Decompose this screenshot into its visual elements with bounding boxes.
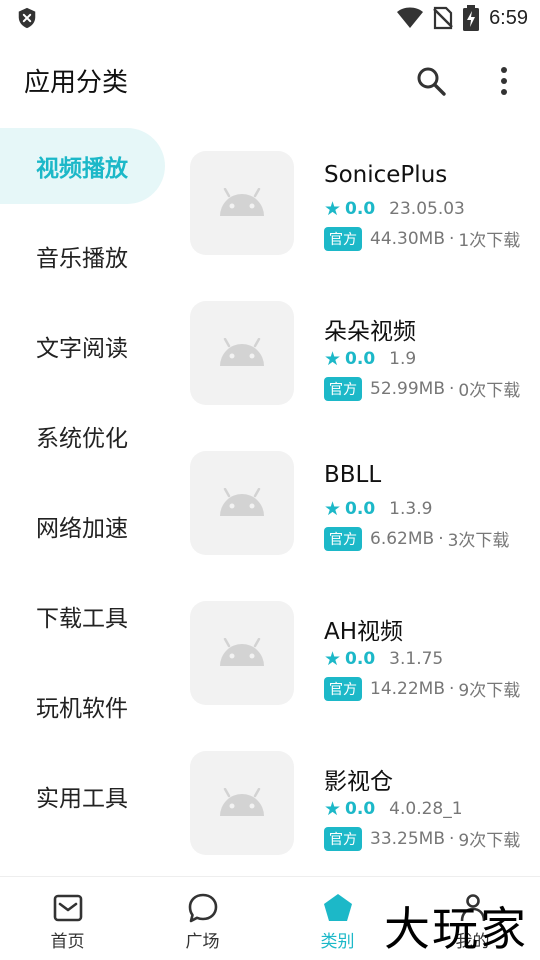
android-placeholder-icon	[220, 488, 264, 516]
download-count: 3次下载	[447, 531, 510, 551]
android-placeholder-icon	[220, 788, 264, 816]
app-size: 6.62MB	[370, 528, 435, 549]
shield-icon	[18, 7, 36, 29]
app-bar: 应用分类	[0, 44, 540, 116]
official-badge: 官方	[324, 826, 362, 851]
category-item-download-tools[interactable]: 下载工具	[0, 578, 165, 654]
android-placeholder-icon	[220, 638, 264, 666]
separator: ·	[438, 528, 444, 549]
status-icons: 6:59	[397, 4, 528, 32]
star-icon: ★	[324, 648, 342, 670]
star-icon: ★	[324, 798, 342, 820]
separator: ·	[449, 828, 455, 849]
android-placeholder-icon	[220, 188, 264, 216]
app-rating: 0.0	[345, 349, 376, 369]
app-version: 23.05.03	[389, 199, 465, 219]
chat-bubble-icon	[188, 893, 217, 923]
app-name: SonicePlus	[324, 162, 448, 188]
app-rating: 0.0	[345, 499, 376, 519]
status-bar: 6:59	[0, 0, 540, 36]
nav-label: 首页	[50, 932, 85, 952]
android-placeholder-icon	[220, 338, 264, 366]
separator: ·	[449, 378, 455, 399]
app-icon	[190, 601, 294, 705]
watermark-logo: 大玩家	[384, 902, 528, 956]
list-item[interactable]: 朵朵视频 ★ 0.0 1.9 官方 52.99MB · 0次下载	[170, 278, 540, 428]
app-icon	[190, 151, 294, 255]
category-item-utility-tools[interactable]: 实用工具	[0, 758, 165, 834]
app-icon	[190, 301, 294, 405]
list-item[interactable]: BBLL ★ 0.0 1.3.9 官方 6.62MB · 3次下载	[170, 428, 540, 578]
star-icon: ★	[324, 498, 342, 520]
category-item-network-acceleration[interactable]: 网络加速	[0, 488, 165, 564]
official-badge: 官方	[324, 226, 362, 251]
rating-row: ★ 0.0 1.3.9	[324, 498, 432, 520]
star-icon: ★	[324, 348, 342, 370]
app-size: 33.25MB	[370, 828, 445, 849]
official-badge: 官方	[324, 376, 362, 401]
rating-row: ★ 0.0 4.0.28_1	[324, 798, 463, 820]
download-count: 9次下载	[458, 681, 521, 701]
star-icon: ★	[324, 198, 342, 220]
app-size: 14.22MB	[370, 678, 445, 699]
meta-row: 官方 52.99MB · 0次下载	[324, 376, 520, 401]
nav-square[interactable]: 广场	[135, 877, 270, 960]
app-icon	[190, 451, 294, 555]
wifi-icon	[397, 7, 424, 28]
more-vert-icon[interactable]	[492, 64, 516, 98]
status-time: 6:59	[489, 6, 528, 29]
category-item-text-reading[interactable]: 文字阅读	[0, 308, 165, 384]
app-name: 影视仓	[324, 769, 393, 795]
list-item[interactable]: 影视仓 ★ 0.0 4.0.28_1 官方 33.25MB · 9次下载	[170, 728, 540, 876]
nav-label: 广场	[185, 932, 220, 952]
category-sidebar: 视频播放 音乐播放 文字阅读 系统优化 网络加速 下载工具 玩机软件 实用工具	[0, 128, 170, 876]
download-count: 9次下载	[458, 831, 521, 851]
app-rating: 0.0	[345, 199, 376, 219]
category-item-system-optimization[interactable]: 系统优化	[0, 398, 165, 474]
app-name: 朵朵视频	[324, 319, 416, 345]
rating-row: ★ 0.0 3.1.75	[324, 648, 443, 670]
app-size: 44.30MB	[370, 228, 445, 249]
rating-row: ★ 0.0 23.05.03	[324, 198, 465, 220]
search-icon[interactable]	[414, 64, 448, 98]
app-name: AH视频	[324, 619, 404, 645]
separator: ·	[449, 678, 455, 699]
separator: ·	[449, 228, 455, 249]
app-version: 1.9	[389, 349, 417, 369]
nav-home[interactable]: 首页	[0, 877, 135, 960]
page-title: 应用分类	[24, 68, 129, 98]
app-size: 52.99MB	[370, 378, 445, 399]
app-list: SonicePlus ★ 0.0 23.05.03 官方 44.30MB · 1…	[170, 128, 540, 876]
category-item-device-tweaking[interactable]: 玩机软件	[0, 668, 165, 744]
category-item-music-playback[interactable]: 音乐播放	[0, 218, 165, 294]
download-count: 0次下载	[458, 381, 521, 401]
nav-label: 类别	[320, 932, 355, 952]
app-version: 3.1.75	[389, 649, 444, 669]
app-rating: 0.0	[345, 799, 376, 819]
meta-row: 官方 44.30MB · 1次下载	[324, 226, 520, 251]
download-count: 1次下载	[458, 231, 521, 251]
app-version: 4.0.28_1	[389, 799, 463, 819]
app-version: 1.3.9	[389, 499, 433, 519]
app-name: BBLL	[324, 462, 382, 488]
official-badge: 官方	[324, 676, 362, 701]
list-item[interactable]: SonicePlus ★ 0.0 23.05.03 官方 44.30MB · 1…	[170, 128, 540, 278]
official-badge: 官方	[324, 526, 362, 551]
app-icon	[190, 751, 294, 855]
inbox-icon	[53, 894, 82, 922]
list-item[interactable]: AH视频 ★ 0.0 3.1.75 官方 14.22MB · 9次下载	[170, 578, 540, 728]
meta-row: 官方 33.25MB · 9次下载	[324, 826, 520, 851]
app-rating: 0.0	[345, 649, 376, 669]
meta-row: 官方 6.62MB · 3次下载	[324, 526, 509, 551]
no-sim-icon	[433, 6, 453, 30]
pentagon-icon	[323, 894, 352, 921]
category-item-video-playback[interactable]: 视频播放	[0, 128, 165, 204]
rating-row: ★ 0.0 1.9	[324, 348, 416, 370]
meta-row: 官方 14.22MB · 9次下载	[324, 676, 520, 701]
battery-charging-icon	[463, 5, 480, 31]
